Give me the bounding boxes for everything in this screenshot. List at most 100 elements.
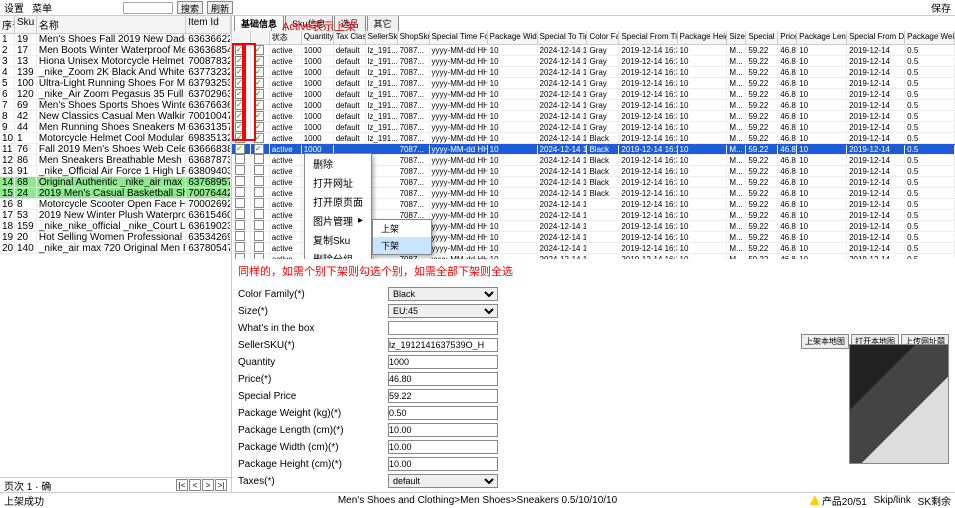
ctx-item[interactable]: 图片管理▸ [305, 211, 371, 230]
right-row[interactable]: active1000defaultlz_191...7087...yyyy-MM… [232, 45, 955, 56]
right-col-header[interactable]: Package Width [488, 31, 538, 44]
pager-nav[interactable]: |< [176, 479, 188, 491]
context-submenu[interactable]: 上架下架 [372, 219, 432, 255]
right-col-header[interactable]: 状态 [270, 31, 302, 44]
pager: 页次 1 · 确 |<<>>| [0, 477, 231, 492]
form-input[interactable]: Black [388, 287, 498, 301]
right-row[interactable]: active1000defaultlz_191...7087...yyyy-MM… [232, 100, 955, 111]
form-input[interactable] [388, 372, 498, 386]
form-input[interactable] [388, 423, 498, 437]
right-col-header[interactable]: ShopSku [398, 31, 430, 44]
right-col-header[interactable] [232, 31, 251, 44]
form-label: Special Price [238, 391, 378, 402]
left-row[interactable]: 313Hiona Unisex Motorcycle Helmet With G… [0, 56, 231, 67]
left-row[interactable]: 20140_nike_air max 720 Original Men Runn… [0, 243, 231, 254]
left-row[interactable]: 4139_nike_Zoom 2K Black And White Panda … [0, 67, 231, 78]
left-row[interactable]: 217Men Boots Winter Waterproof Men Shoes… [0, 45, 231, 56]
form-label: Package Height (cm)(*) [238, 459, 378, 470]
left-col-header[interactable]: 序号 [0, 16, 15, 33]
form-input[interactable] [388, 406, 498, 420]
status-left: 上架成功 [4, 493, 44, 508]
left-col-header[interactable]: Sku [15, 16, 37, 33]
right-col-header[interactable]: Package Length [797, 31, 847, 44]
right-col-header[interactable]: Size [727, 31, 746, 44]
form-input[interactable]: EU:45 [388, 304, 498, 318]
save-button[interactable]: 保存 [931, 0, 951, 15]
left-row[interactable]: 101Motorcycle Helmet Cool Modular Moto H… [0, 133, 231, 144]
tab[interactable]: 其它 [367, 16, 399, 31]
right-row[interactable]: active1000defaultlz_191...7087...yyyy-MM… [232, 67, 955, 78]
form-input[interactable] [388, 440, 498, 454]
right-row[interactable]: active1000defaultlz_191...7087...yyyy-MM… [232, 56, 955, 67]
form-label: Quantity [238, 357, 378, 368]
left-row[interactable]: 119Men's Shoes Fall 2019 New Daddy Men's… [0, 34, 231, 45]
right-row[interactable]: active1000defaultlz_191...7087...yyyy-MM… [232, 122, 955, 133]
left-row[interactable]: 1176Fall 2019 Men's Shoes Web Celebrity … [0, 144, 231, 155]
form-label: Package Width (cm)(*) [238, 442, 378, 453]
tab[interactable]: 基础信息 [234, 16, 284, 31]
right-col-header[interactable]: Quantity [302, 31, 334, 44]
right-col-header[interactable]: Price [778, 31, 797, 44]
ctx-item[interactable]: 复制Sku [305, 230, 371, 249]
form-label: SellerSKU(*) [238, 340, 378, 351]
left-row[interactable]: 17532019 New Winter Plush Waterproof Sno… [0, 210, 231, 221]
form-input[interactable] [388, 389, 498, 403]
left-col-header[interactable]: Item Id [186, 16, 231, 33]
instruction-note: 同样的，如需个别下架则勾选个别，如需全部下架则全选 [232, 259, 955, 283]
refresh-button[interactable]: 刷新 [207, 1, 233, 14]
warning-icon [810, 495, 820, 505]
status-center: Men's Shoes and Clothing>Men Shoes>Sneak… [338, 495, 617, 506]
ctx-item[interactable]: 打开原页面 [305, 192, 371, 211]
context-menu[interactable]: 删除打开网址打开原页面图片管理▸复制Sku删除分组上下架▸批量修改全选/反选批选… [304, 153, 372, 259]
form-input[interactable] [388, 321, 498, 335]
search-input[interactable] [123, 2, 173, 14]
pager-text: 页次 1 · 确 [4, 478, 51, 493]
ctx-item[interactable]: 删除 [305, 154, 371, 173]
right-row[interactable]: active1000defaultlz_191...7087...yyyy-MM… [232, 89, 955, 100]
left-col-header[interactable]: 名称 [37, 16, 186, 33]
right-col-header[interactable]: Special Time Format [430, 31, 488, 44]
form-input[interactable] [388, 355, 498, 369]
menu-settings[interactable]: 设置 [4, 0, 24, 15]
right-col-header[interactable]: SellerSku [366, 31, 398, 44]
right-row[interactable]: active1000defaultlz_191...7087...yyyy-MM… [232, 133, 955, 144]
form-input[interactable] [388, 338, 498, 352]
ctx-item[interactable]: 删除分组 [305, 249, 371, 259]
right-col-header[interactable]: Special From Date [847, 31, 905, 44]
left-row[interactable]: 15242019 Men's Casual Basketball Shoes A… [0, 188, 231, 199]
right-row[interactable]: active1000defaultlz_191...7087...yyyy-MM… [232, 78, 955, 89]
ctx-sub-item[interactable]: 上架 [373, 220, 431, 237]
right-col-header[interactable]: Package Weight [905, 31, 955, 44]
right-col-header[interactable]: Tax Class [334, 31, 366, 44]
ctx-item[interactable]: 打开网址 [305, 173, 371, 192]
search-button[interactable]: 搜索 [177, 1, 203, 14]
left-row[interactable]: 18159_nike_nike_official _nike_Court Lit… [0, 221, 231, 232]
menu-menu[interactable]: 菜单 [32, 0, 52, 15]
left-row[interactable]: 168Motorcycle Scooter Open Face Half Hel… [0, 199, 231, 210]
left-row[interactable]: 769Men's Shoes Sports Shoes Winter Warm … [0, 100, 231, 111]
right-col-header[interactable]: Color Family [587, 31, 619, 44]
form-label: Color Family(*) [238, 289, 378, 300]
right-col-header[interactable] [251, 31, 270, 44]
ctx-sub-item[interactable]: 下架 [373, 237, 431, 254]
form-input[interactable]: default [388, 474, 498, 488]
pager-nav[interactable]: > [202, 479, 214, 491]
right-col-header[interactable]: Special Price [746, 31, 778, 44]
left-row[interactable]: 1468Original Authentic _nike_air max 90 … [0, 177, 231, 188]
left-row[interactable]: 5100Ultra-Light Running Shoes For Men St… [0, 78, 231, 89]
right-col-header[interactable]: Special From Time [619, 31, 677, 44]
left-row[interactable]: 842New Classics Casual Men Walking Shoes… [0, 111, 231, 122]
statusbar: 上架成功 Men's Shoes and Clothing>Men Shoes>… [0, 492, 955, 507]
left-row[interactable]: 1920Hot Selling Women Professional Danci… [0, 232, 231, 243]
pager-nav[interactable]: >| [215, 479, 227, 491]
left-row[interactable]: 1286Men Sneakers Breathable Mesh Outdoor… [0, 155, 231, 166]
right-row[interactable]: active1000defaultlz_191...7087...yyyy-MM… [232, 111, 955, 122]
pager-nav[interactable]: < [189, 479, 201, 491]
right-col-header[interactable]: Package Height [678, 31, 728, 44]
form-input[interactable] [388, 457, 498, 471]
left-row[interactable]: 1391_nike_Official Air Force 1 High LF L… [0, 166, 231, 177]
img-btn[interactable]: 上架本地图 [801, 334, 849, 349]
left-row[interactable]: 6120_nike_Air Zoom Pegasus 35 Full Runni… [0, 89, 231, 100]
left-row[interactable]: 944Men Running Shoes Sneakers Man Sport … [0, 122, 231, 133]
right-col-header[interactable]: Special To Time [538, 31, 588, 44]
